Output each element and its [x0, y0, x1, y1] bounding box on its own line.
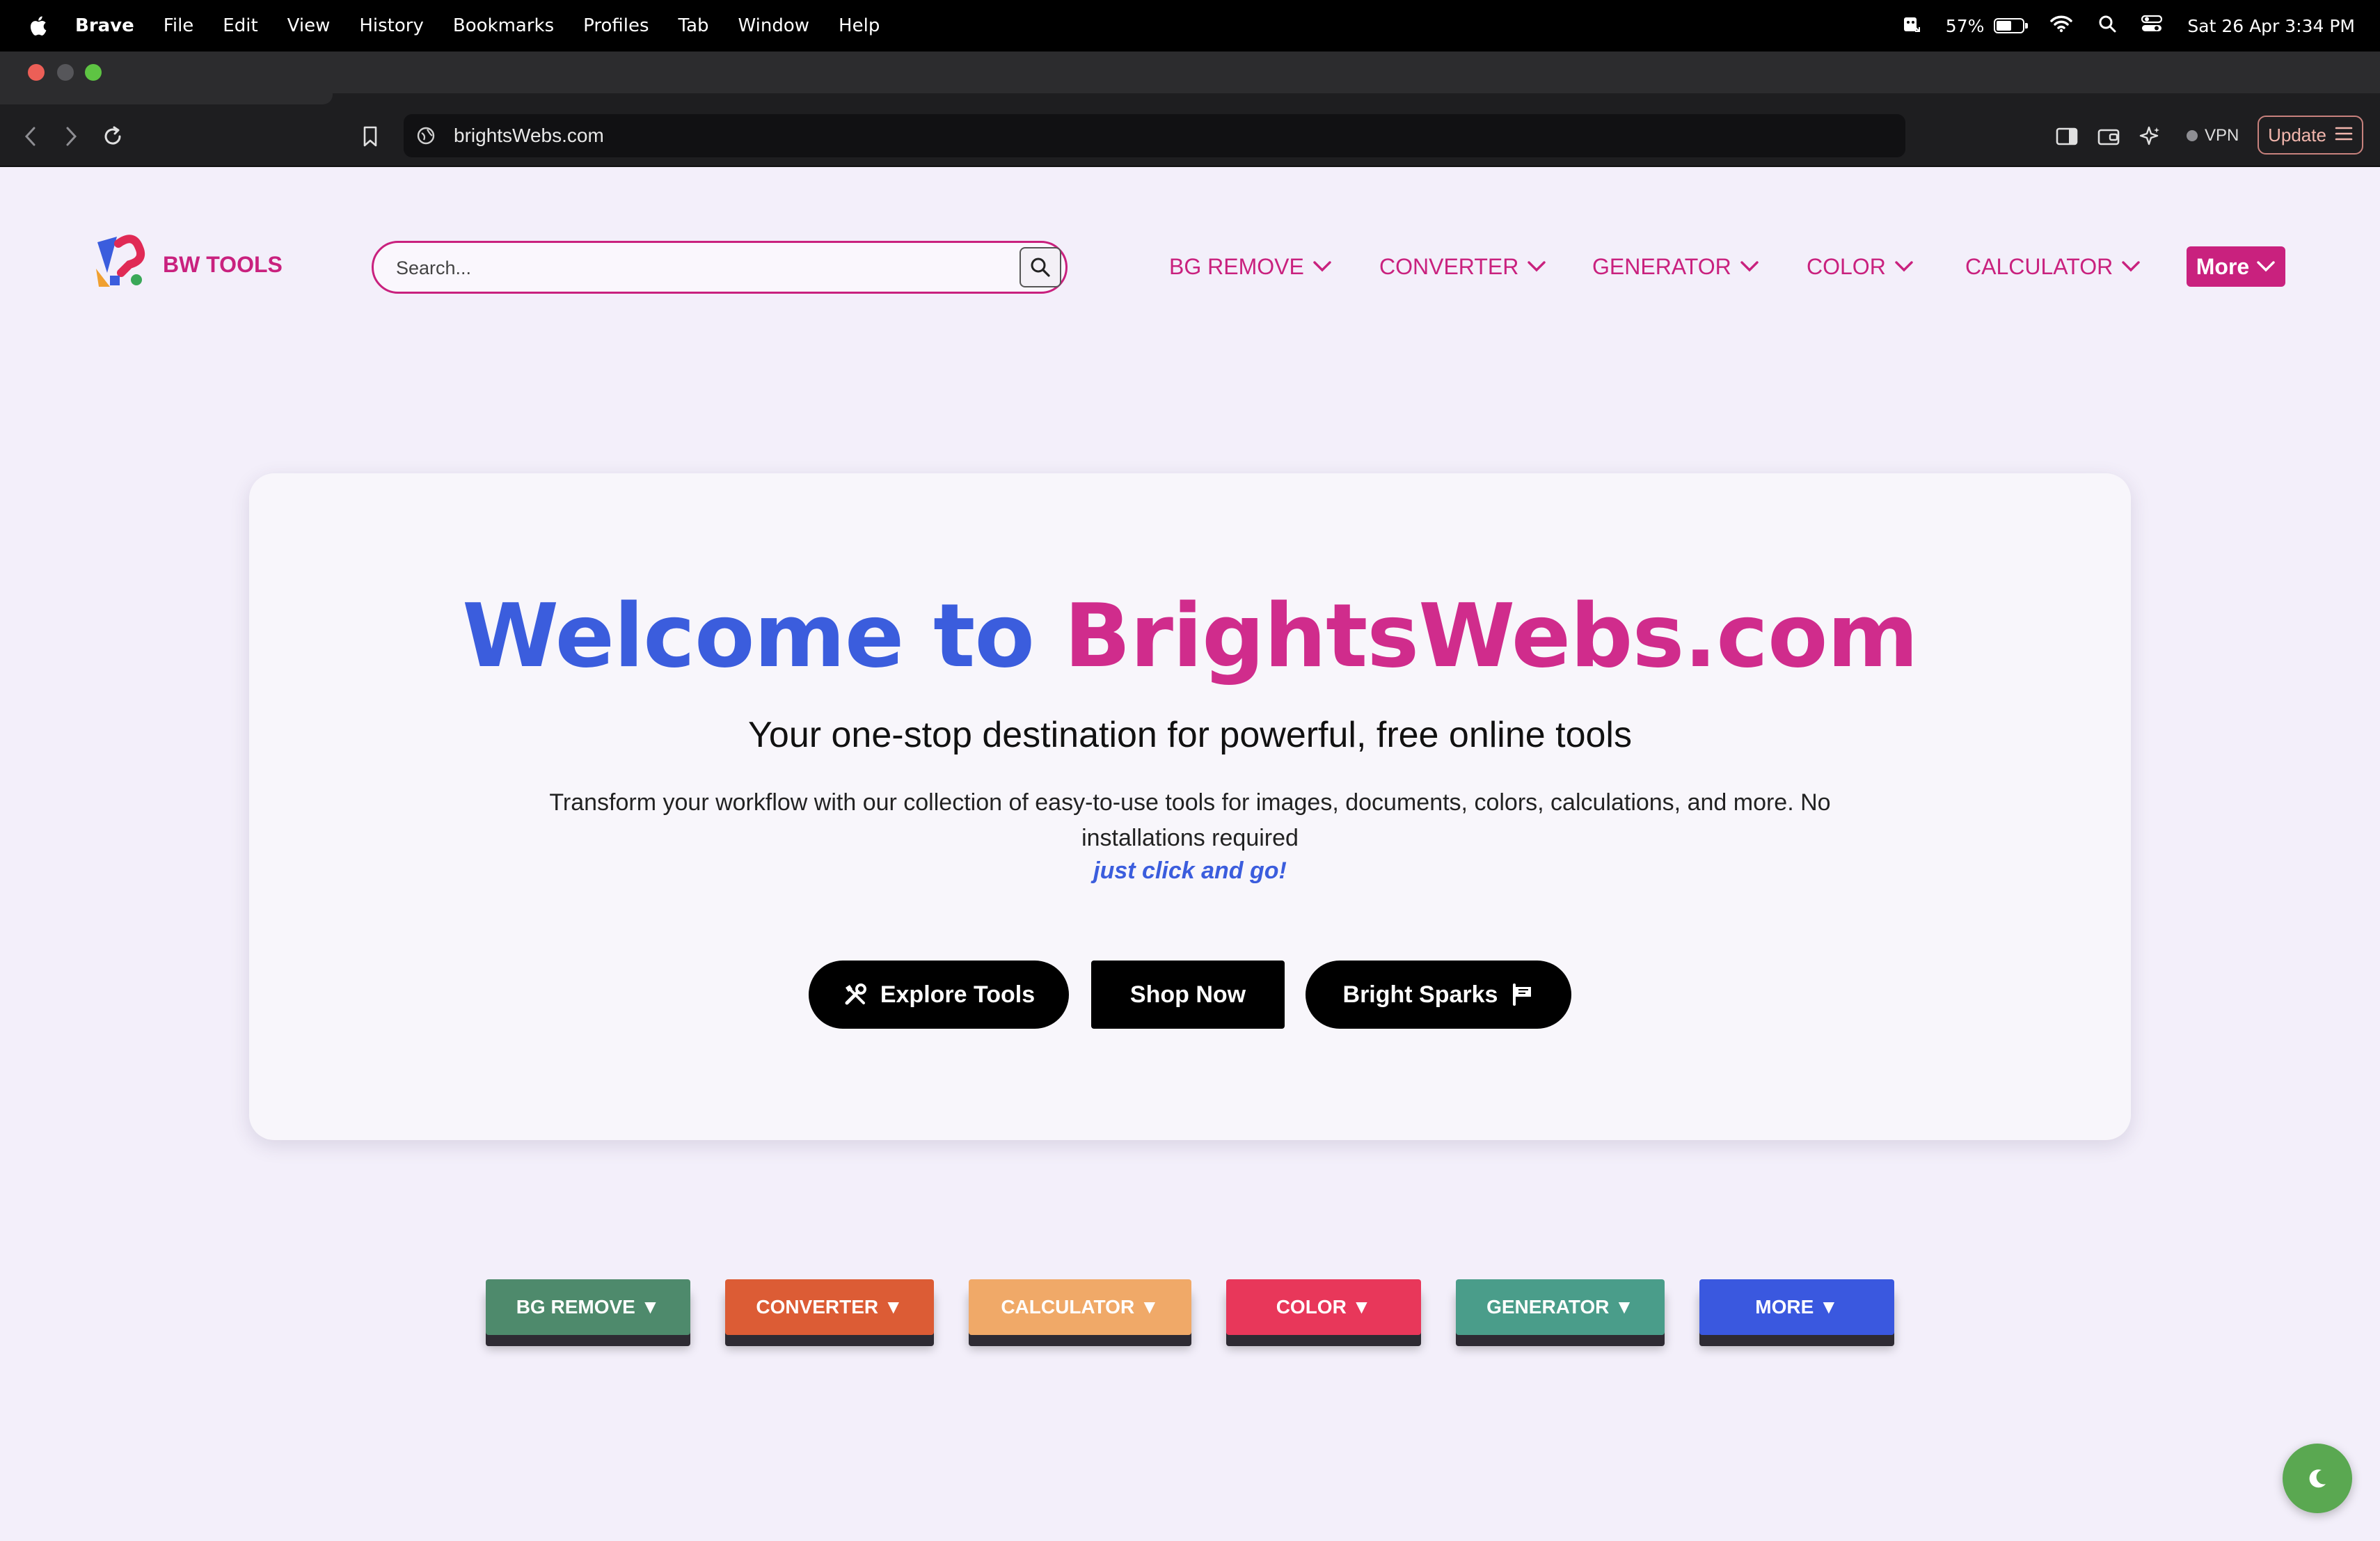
- sidebar-toggle-icon[interactable]: [2052, 121, 2082, 152]
- menu-window[interactable]: Window: [738, 15, 810, 36]
- wallet-icon[interactable]: [2093, 121, 2124, 152]
- category-bg-remove-button[interactable]: BG REMOVE ▼: [486, 1279, 690, 1335]
- search-button[interactable]: [1020, 247, 1061, 287]
- hero-subtitle: Your one-stop destination for powerful, …: [748, 715, 1632, 755]
- apple-logo-icon[interactable]: [28, 14, 49, 38]
- chevron-down-icon: [2122, 261, 2140, 272]
- window-minimize-button[interactable]: [57, 64, 74, 81]
- tab-strip: [0, 93, 2380, 107]
- menu-app-name[interactable]: Brave: [75, 15, 134, 36]
- tools-icon: [845, 983, 866, 1005]
- nav-label: COLOR: [1807, 253, 1886, 279]
- site-info-icon[interactable]: [416, 126, 436, 145]
- clock[interactable]: Sat 26 Apr 3:34 PM: [2187, 16, 2355, 36]
- window-zoom-button[interactable]: [85, 64, 102, 81]
- nav-label: CONVERTER: [1379, 253, 1519, 279]
- bright-sparks-button[interactable]: Bright Sparks: [1306, 961, 1571, 1029]
- nav-calculator[interactable]: CALCULATOR: [1965, 249, 2141, 284]
- category-label: COLOR ▼: [1276, 1296, 1372, 1318]
- menu-bookmarks[interactable]: Bookmarks: [453, 15, 554, 36]
- vpn-label: VPN: [2205, 126, 2239, 145]
- category-calculator-button[interactable]: CALCULATOR ▼: [969, 1279, 1191, 1335]
- battery-percent: 57%: [1945, 15, 1985, 36]
- hero-description: Transform your workflow with our collect…: [549, 789, 1831, 851]
- chevron-down-icon: [1313, 261, 1331, 272]
- nav-color[interactable]: COLOR: [1807, 249, 1914, 284]
- flag-icon: [1513, 983, 1532, 1006]
- battery-icon: [1994, 18, 2029, 33]
- forward-icon[interactable]: [56, 121, 86, 152]
- nav-label: CALCULATOR: [1965, 253, 2113, 279]
- explore-tools-button[interactable]: Explore Tools: [809, 961, 1069, 1029]
- wifi-icon[interactable]: [2049, 15, 2073, 37]
- shop-now-button[interactable]: Shop Now: [1091, 961, 1285, 1029]
- window-titlebar: [0, 52, 2380, 93]
- menu-view[interactable]: View: [287, 15, 331, 36]
- vpn-status-icon: [2187, 130, 2198, 141]
- menu-file[interactable]: File: [164, 15, 194, 36]
- leo-ai-icon[interactable]: [2135, 121, 2166, 152]
- site-search: [372, 241, 1068, 294]
- bright-sparks-label: Bright Sparks: [1342, 981, 1498, 1008]
- category-converter-button[interactable]: CONVERTER ▼: [725, 1279, 934, 1335]
- shop-now-label: Shop Now: [1129, 981, 1246, 1008]
- search-icon: [1031, 258, 1050, 277]
- window-close-button[interactable]: [28, 64, 45, 81]
- category-generator-button[interactable]: GENERATOR ▼: [1456, 1279, 1665, 1335]
- category-label: CALCULATOR ▼: [1001, 1296, 1159, 1318]
- site-logo[interactable]: [93, 232, 150, 290]
- search-input[interactable]: [395, 253, 1010, 283]
- spotlight-search-icon[interactable]: [2098, 15, 2116, 37]
- category-color-button[interactable]: COLOR ▼: [1226, 1279, 1421, 1335]
- reload-icon[interactable]: [97, 121, 128, 152]
- category-more-button[interactable]: MORE ▼: [1699, 1279, 1894, 1335]
- chevron-down-icon: [2257, 261, 2275, 272]
- bookmark-icon[interactable]: [355, 121, 386, 152]
- hero-emphasis: just click and go!: [1093, 858, 1287, 884]
- menu-help[interactable]: Help: [839, 15, 880, 36]
- address-bar[interactable]: brightsWebs.com: [404, 114, 1905, 157]
- category-label: CONVERTER ▼: [756, 1296, 903, 1318]
- category-label: MORE ▼: [1755, 1296, 1839, 1318]
- update-label: Update: [2268, 124, 2326, 145]
- nav-converter[interactable]: CONVERTER: [1379, 249, 1546, 284]
- hero-title-welcome: Welcome to: [462, 585, 1035, 687]
- battery-level-fill: [1997, 21, 2012, 31]
- menu-profiles[interactable]: Profiles: [583, 15, 649, 36]
- menu-edit[interactable]: Edit: [223, 15, 257, 36]
- nav-more-label: More: [2196, 253, 2250, 279]
- hero-title: Welcome to BrightsWebs.com: [249, 585, 2131, 687]
- menu-icon: [2335, 125, 2353, 146]
- brand-name[interactable]: BW TOOLS: [163, 252, 283, 278]
- update-button[interactable]: Update: [2258, 116, 2363, 155]
- control-center-icon[interactable]: [2141, 15, 2163, 37]
- theme-toggle-button[interactable]: [2283, 1444, 2352, 1513]
- menu-tab[interactable]: Tab: [679, 15, 709, 36]
- category-label: GENERATOR ▼: [1486, 1296, 1634, 1318]
- menu-history[interactable]: History: [359, 15, 424, 36]
- chevron-down-icon: [1895, 261, 1913, 272]
- category-label: BG REMOVE ▼: [516, 1296, 660, 1318]
- vpn-button[interactable]: VPN: [2177, 120, 2248, 152]
- status-app-icon[interactable]: [1901, 13, 1921, 38]
- chevron-down-icon: [1740, 261, 1759, 272]
- explore-tools-label: Explore Tools: [880, 981, 1036, 1008]
- nav-generator[interactable]: GENERATOR: [1592, 249, 1759, 284]
- hero-title-site: BrightsWebs.com: [1063, 585, 1919, 687]
- nav-label: BG REMOVE: [1169, 253, 1304, 279]
- nav-label: GENERATOR: [1592, 253, 1731, 279]
- battery-status[interactable]: 57%: [1945, 15, 2029, 36]
- macos-menu-bar: Brave File Edit View History Bookmarks P…: [0, 0, 2380, 52]
- nav-more-button[interactable]: More: [2187, 246, 2285, 287]
- active-tab[interactable]: [0, 93, 333, 104]
- chevron-down-icon: [1528, 261, 1546, 272]
- hero-card: Welcome to BrightsWebs.com Your one-stop…: [249, 473, 2131, 1140]
- back-icon[interactable]: [15, 121, 46, 152]
- nav-bg-remove[interactable]: BG REMOVE: [1169, 249, 1332, 284]
- url-text[interactable]: brightsWebs.com: [454, 125, 604, 147]
- moon-icon: [2309, 1469, 2326, 1488]
